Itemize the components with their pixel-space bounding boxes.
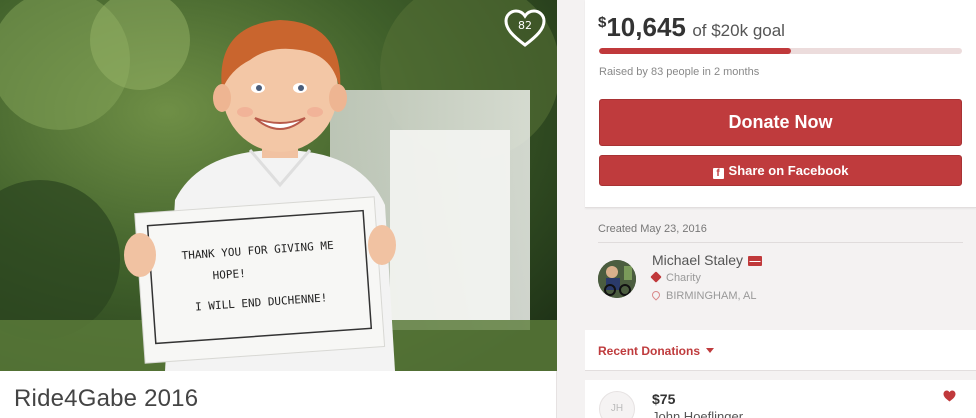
created-date: Created May 23, 2016	[598, 223, 707, 235]
campaign-title: Ride4Gabe 2016	[14, 385, 199, 412]
divider	[598, 242, 963, 243]
recent-donations-toggle[interactable]: Recent Donations	[598, 344, 715, 358]
goal-card: $10,645 of $20k goal Raised by 83 people…	[585, 0, 976, 208]
heart-icon[interactable]	[943, 390, 956, 402]
location-label: BIRMINGHAM, AL	[666, 290, 757, 302]
share-facebook-label: Share on Facebook	[728, 163, 849, 178]
donor-avatar: JH	[599, 391, 635, 418]
facebook-icon: f	[712, 168, 724, 179]
heart-count: 82	[518, 19, 532, 32]
progress-bar	[599, 48, 962, 54]
avatar-image	[598, 260, 636, 298]
campaign-photo: THANK YOU FOR GIVING ME HOPE! I WILL END…	[0, 0, 557, 371]
category-row: Charity	[650, 271, 701, 284]
raised-by-text: Raised by 83 people in 2 months	[599, 66, 760, 78]
progress-fill	[599, 48, 792, 54]
campaign-photo-illustration: THANK YOU FOR GIVING ME HOPE! I WILL END…	[0, 0, 557, 371]
donation-item: JH $75 John Hoeflinger	[585, 380, 976, 418]
location-pin-icon	[650, 289, 662, 301]
title-card: Ride4Gabe 2016	[0, 371, 557, 418]
donate-now-button[interactable]: Donate Now	[599, 99, 962, 146]
favorite-button[interactable]: 82	[503, 9, 547, 49]
amount-value: 10,645	[606, 12, 686, 42]
location-row: BIRMINGHAM, AL	[650, 289, 757, 302]
donor-name: John Hoeflinger	[652, 409, 744, 418]
mail-icon[interactable]	[748, 256, 762, 266]
tag-icon	[650, 271, 662, 283]
category-label[interactable]: Charity	[666, 272, 701, 284]
goal-text: of $20k goal	[692, 21, 785, 40]
chevron-down-icon	[706, 348, 715, 353]
organizer-name[interactable]: Michael Staley	[652, 252, 743, 268]
donation-amount: $75	[652, 391, 676, 407]
recent-donations-label: Recent Donations	[598, 344, 701, 358]
recent-donations-header: Recent Donations	[585, 330, 976, 371]
sign-line-2: HOPE!	[212, 267, 246, 282]
amount-raised: $10,645 of $20k goal	[598, 12, 785, 43]
organizer-avatar[interactable]	[598, 260, 636, 298]
share-facebook-button[interactable]: f Share on Facebook	[599, 155, 962, 186]
